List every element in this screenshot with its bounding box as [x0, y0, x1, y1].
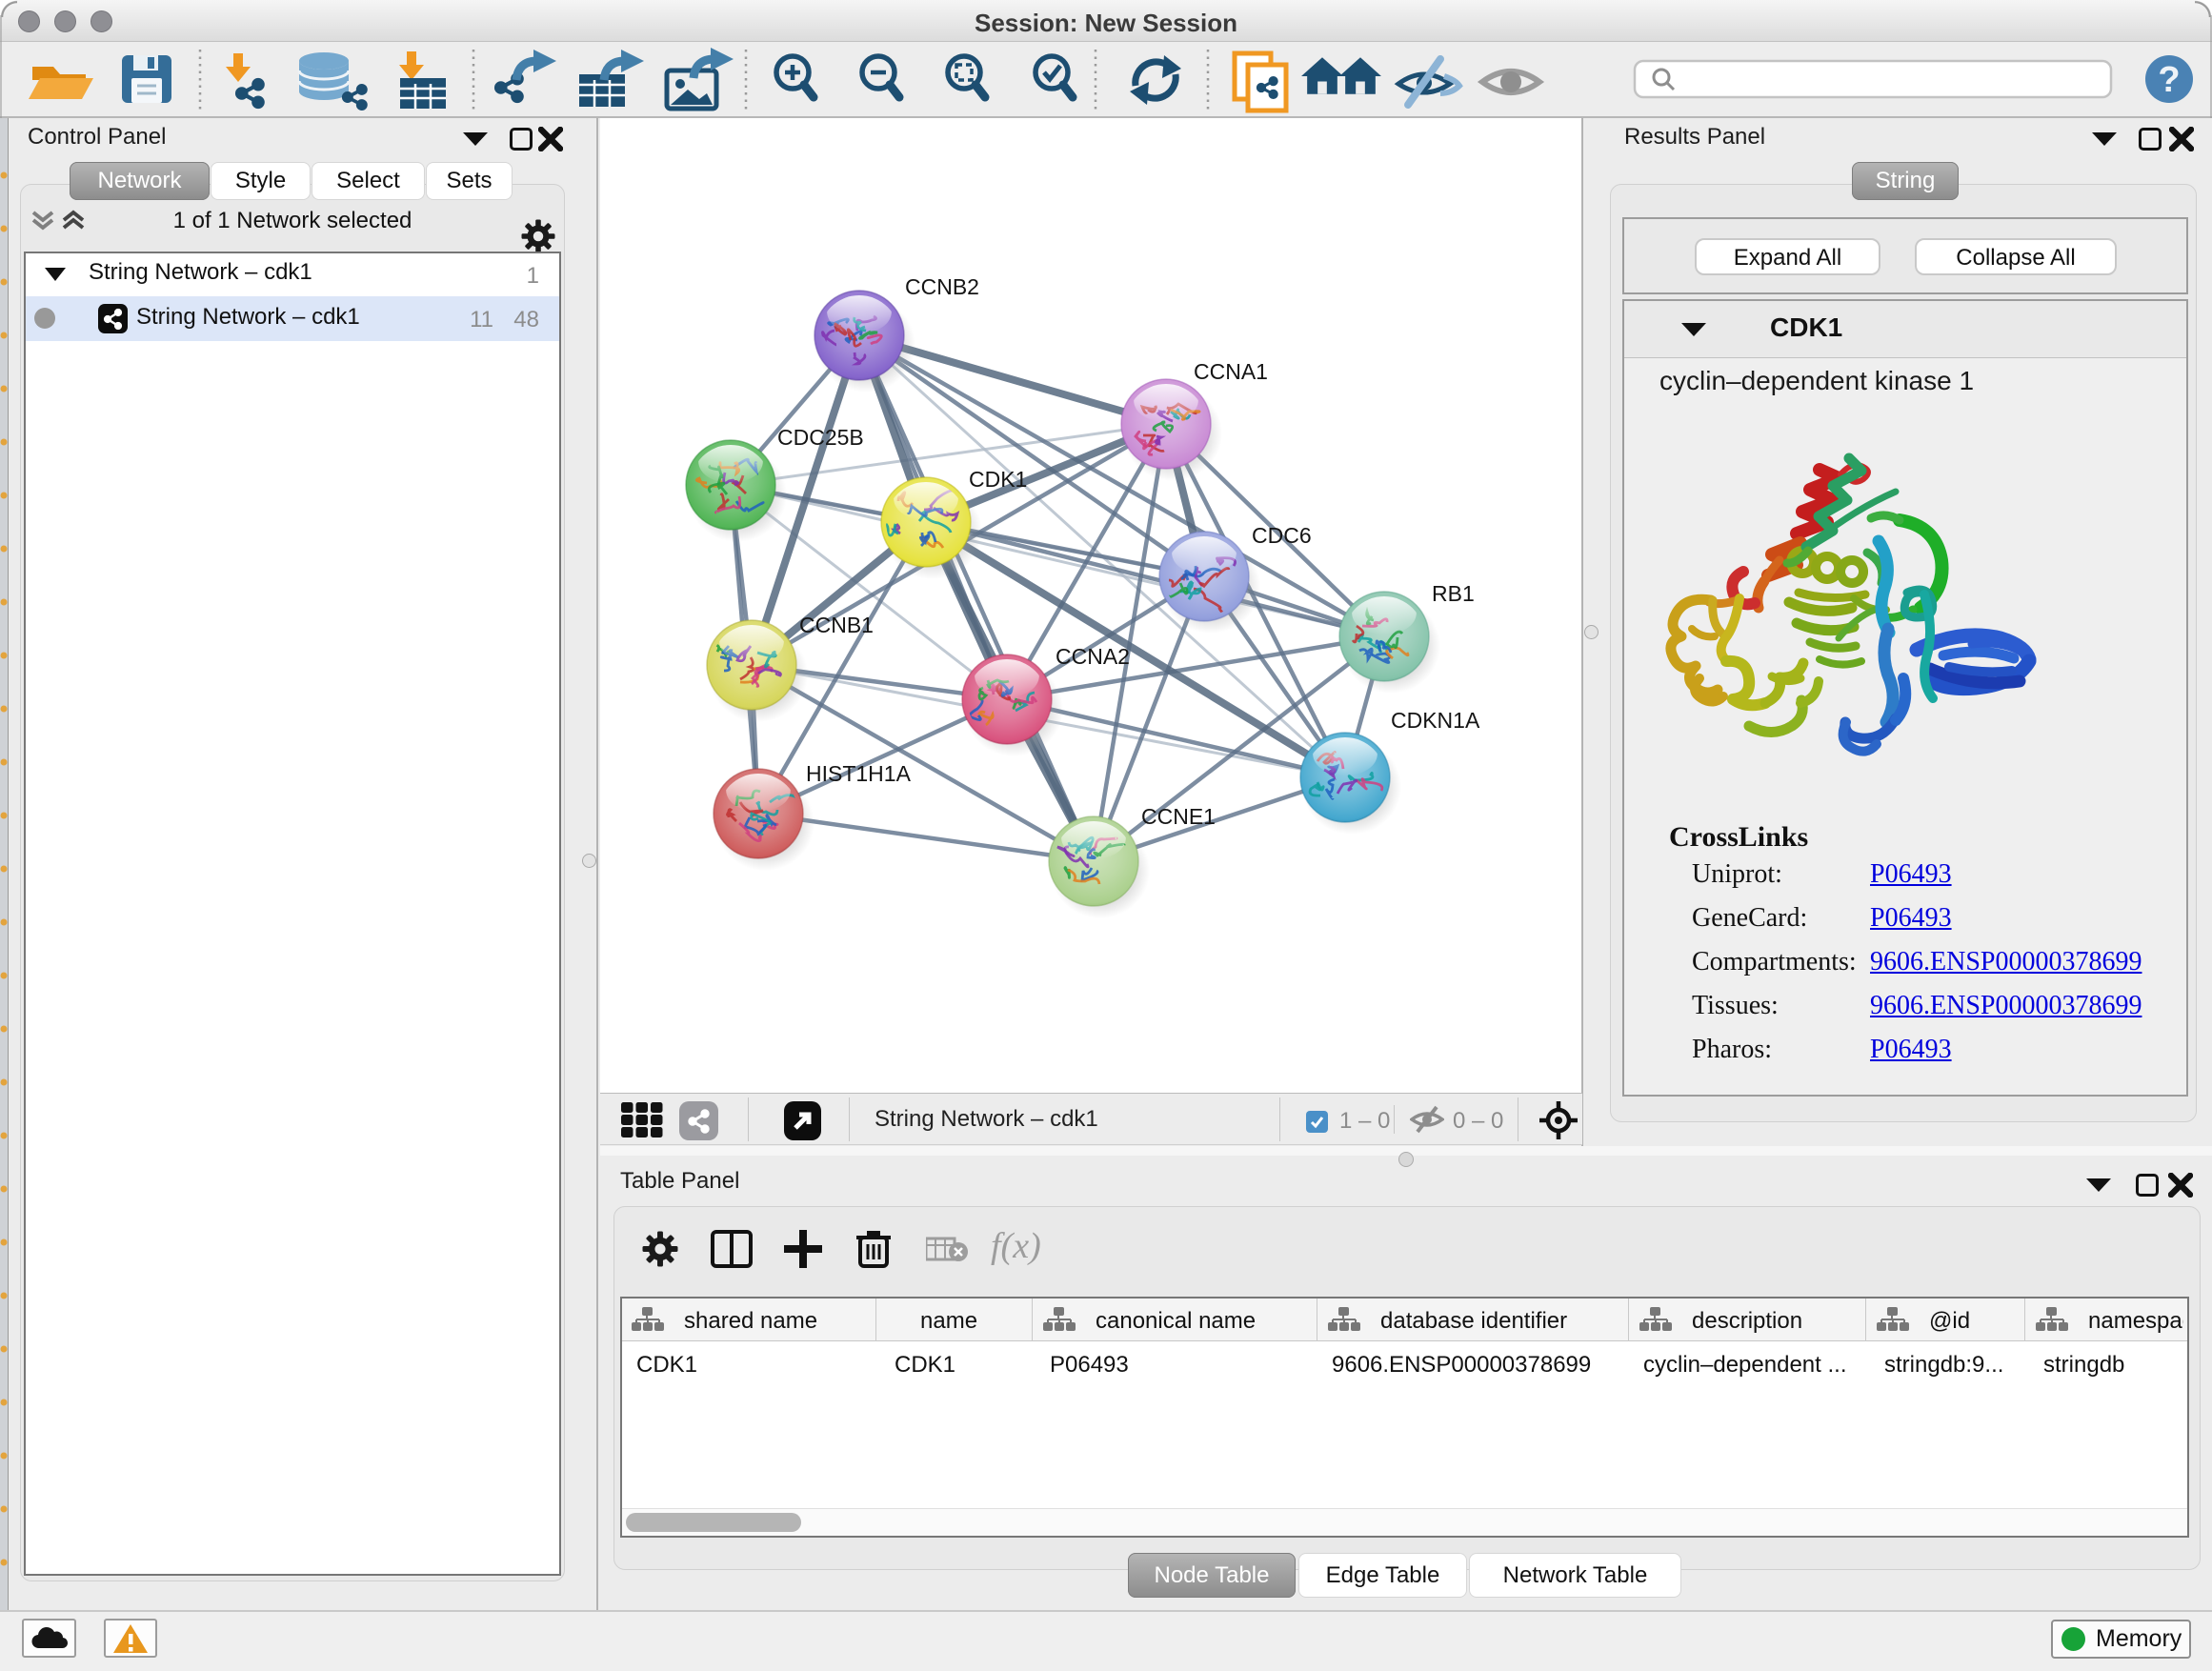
- svg-text:HIST1H1A: HIST1H1A: [806, 761, 912, 786]
- svg-text:CDK1: CDK1: [969, 467, 1027, 492]
- svg-text:CCNE1: CCNE1: [1141, 804, 1216, 829]
- svg-text:?: ?: [2158, 60, 2180, 100]
- svg-text:CCNB2: CCNB2: [905, 274, 979, 299]
- svg-text:CDC6: CDC6: [1252, 523, 1312, 548]
- svg-text:CCNA1: CCNA1: [1194, 359, 1268, 384]
- svg-text:CCNA2: CCNA2: [1056, 644, 1130, 669]
- svg-text:RB1: RB1: [1432, 581, 1475, 606]
- svg-text:CDKN1A: CDKN1A: [1391, 708, 1480, 733]
- svg-text:CDC25B: CDC25B: [777, 425, 864, 450]
- svg-text:CCNB1: CCNB1: [799, 613, 874, 637]
